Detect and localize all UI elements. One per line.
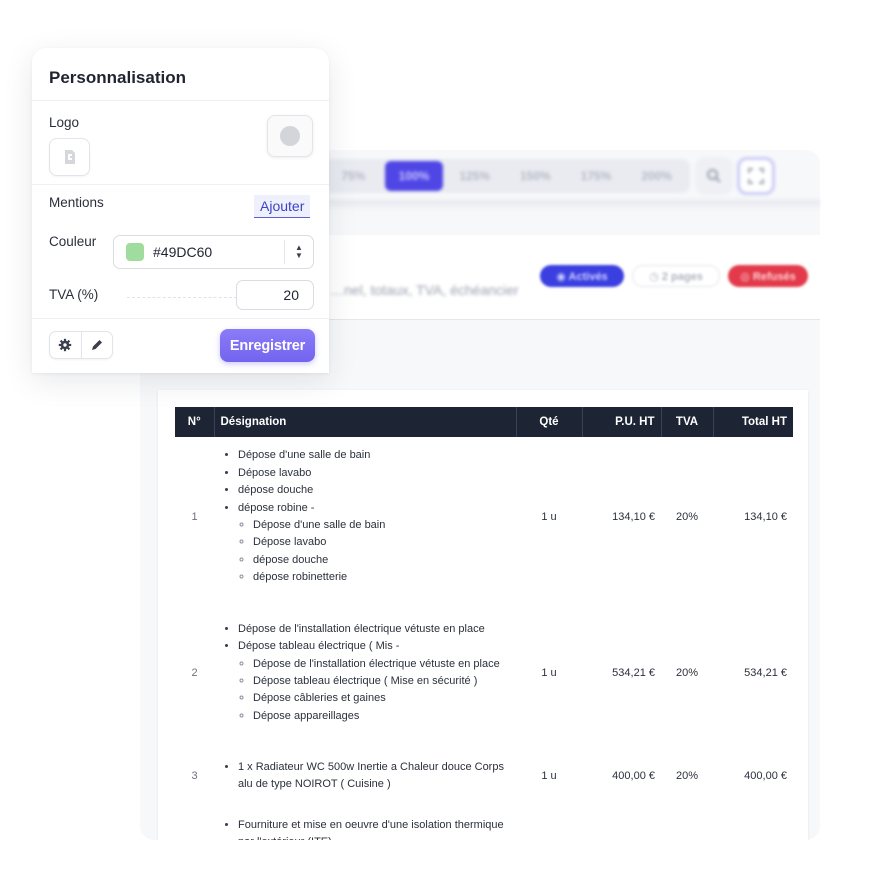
sub-list-item: dépose robinetterie [253,569,510,586]
pencil-icon [92,339,103,350]
zoom-level-group: 75% 100% 125% 150% 175% 200% [320,159,690,193]
mentions-label: Mentions [49,195,104,210]
status-badge-active[interactable]: ◉ Activés [540,265,624,287]
personalisation-panel: Personnalisation Logo Mentions Ajouter C… [32,48,329,373]
sub-list-item: Dépose d'une salle de bain [253,517,510,534]
settings-button[interactable] [50,332,81,358]
tva-label: TVA (%) [49,287,99,302]
divider [32,318,329,319]
zoom-option-200[interactable]: 200% [627,161,686,191]
toolbar-shadow [300,200,820,210]
header-qty: Qté [516,407,583,437]
color-select[interactable]: #49DC60 ▲ ▼ [113,235,314,269]
zoom-option-125[interactable]: 125% [445,161,504,191]
divider [32,184,329,185]
row-number: 1 [191,511,198,523]
sub-list-item: Dépose appareillages [253,708,510,725]
chevron-up-down-icon: ▲ ▼ [284,240,313,264]
row-number: 3 [191,770,198,782]
logo-placeholder-icon [280,126,300,146]
dashed-leader [127,297,237,298]
row-tva: 20% [675,770,699,782]
row-total: 400,00 € [744,770,787,782]
header-no: N° [175,407,215,437]
logo-file-icon [64,150,75,164]
sub-list-item: dépose douche [253,552,510,569]
edit-button[interactable] [80,332,113,358]
table-row[interactable]: 2 Dépose de l'installation électrique vé… [175,597,793,749]
sub-list-item: Dépose de l'installation électrique vétu… [253,656,510,673]
row-qty: 1 u [541,770,557,782]
table-header-row: N° Désignation Qté P.U. HT TVA Total HT [175,407,793,437]
tva-input[interactable]: 20 [236,280,314,310]
list-item: Dépose de l'installation électrique vétu… [238,621,510,638]
table-row[interactable]: 3 1 x Radiateur WC 500w Inertie a Chaleu… [175,749,793,803]
status-badge-refused[interactable]: ◎ Refusés [728,265,808,287]
color-swatch [126,243,144,261]
document-subtitle: …nel, totaux, TVA, échéancier [330,282,519,298]
list-item: Dépose tableau électrique ( Mis - Dépose… [238,638,510,725]
add-mention-button[interactable]: Ajouter [254,195,311,218]
logo-label: Logo [49,115,80,130]
table-row[interactable]: 1 Dépose d'une salle de bain Dépose lava… [175,437,793,597]
header-unit-price: P.U. HT [582,407,662,437]
list-item: dépose robine - Dépose d'une salle de ba… [238,500,510,587]
zoom-option-100[interactable]: 100% [384,161,444,191]
color-value: #49DC60 [153,244,213,260]
zoom-search-icon [707,169,721,183]
row-unit-price: 400,00 € [612,770,655,782]
row-designation: Dépose de l'installation électrique vétu… [214,597,516,749]
panel-tools-group [49,331,113,359]
panel-title: Personnalisation [49,68,186,87]
zoom-option-150[interactable]: 150% [506,161,565,191]
sub-list-item: Dépose câbleries et gaines [253,690,510,707]
fullscreen-button[interactable] [737,157,775,195]
zoom-option-175[interactable]: 175% [567,161,626,191]
sub-list-item: Dépose tableau électrique ( Mise en sécu… [253,673,510,690]
fullscreen-icon [748,168,764,184]
list-item: Dépose lavabo [238,465,510,482]
zoom-search-button[interactable] [695,157,733,195]
color-label: Couleur [49,234,97,249]
zoom-option-75[interactable]: 75% [324,161,383,191]
pages-badge: ◷ 2 pages [632,265,720,287]
row-number: 2 [191,667,198,679]
row-unit-price: 134,10 € [612,511,655,523]
header-tva: TVA [661,407,714,437]
header-total: Total HT [713,407,793,437]
row-total: 134,10 € [744,511,787,523]
list-item: 1 x Radiateur WC 500w Inertie a Chaleur … [238,759,510,794]
save-button[interactable]: Enregistrer [220,329,315,362]
row-designation: 1 x Radiateur WC 500w Inertie a Chaleur … [214,749,516,803]
list-item: dépose douche [238,482,510,499]
quote-lines-table: N° Désignation Qté P.U. HT TVA Total HT … [175,407,793,863]
row-qty: 1 u [541,511,557,523]
row-qty: 1 u [541,667,557,679]
header-designation: Désignation [214,407,517,437]
row-tva: 20% [675,667,699,679]
row-total: 534,21 € [744,667,787,679]
logo-upload-button[interactable] [49,138,90,176]
sub-list-item: Dépose lavabo [253,534,510,551]
row-designation: Dépose d'une salle de bain Dépose lavabo… [214,437,516,597]
bottom-fade [0,840,875,875]
row-tva: 20% [675,511,699,523]
list-item: Dépose d'une salle de bain [238,447,510,464]
divider [32,100,329,101]
row-unit-price: 534,21 € [612,667,655,679]
gear-icon [59,338,72,352]
logo-preview[interactable] [267,115,313,157]
